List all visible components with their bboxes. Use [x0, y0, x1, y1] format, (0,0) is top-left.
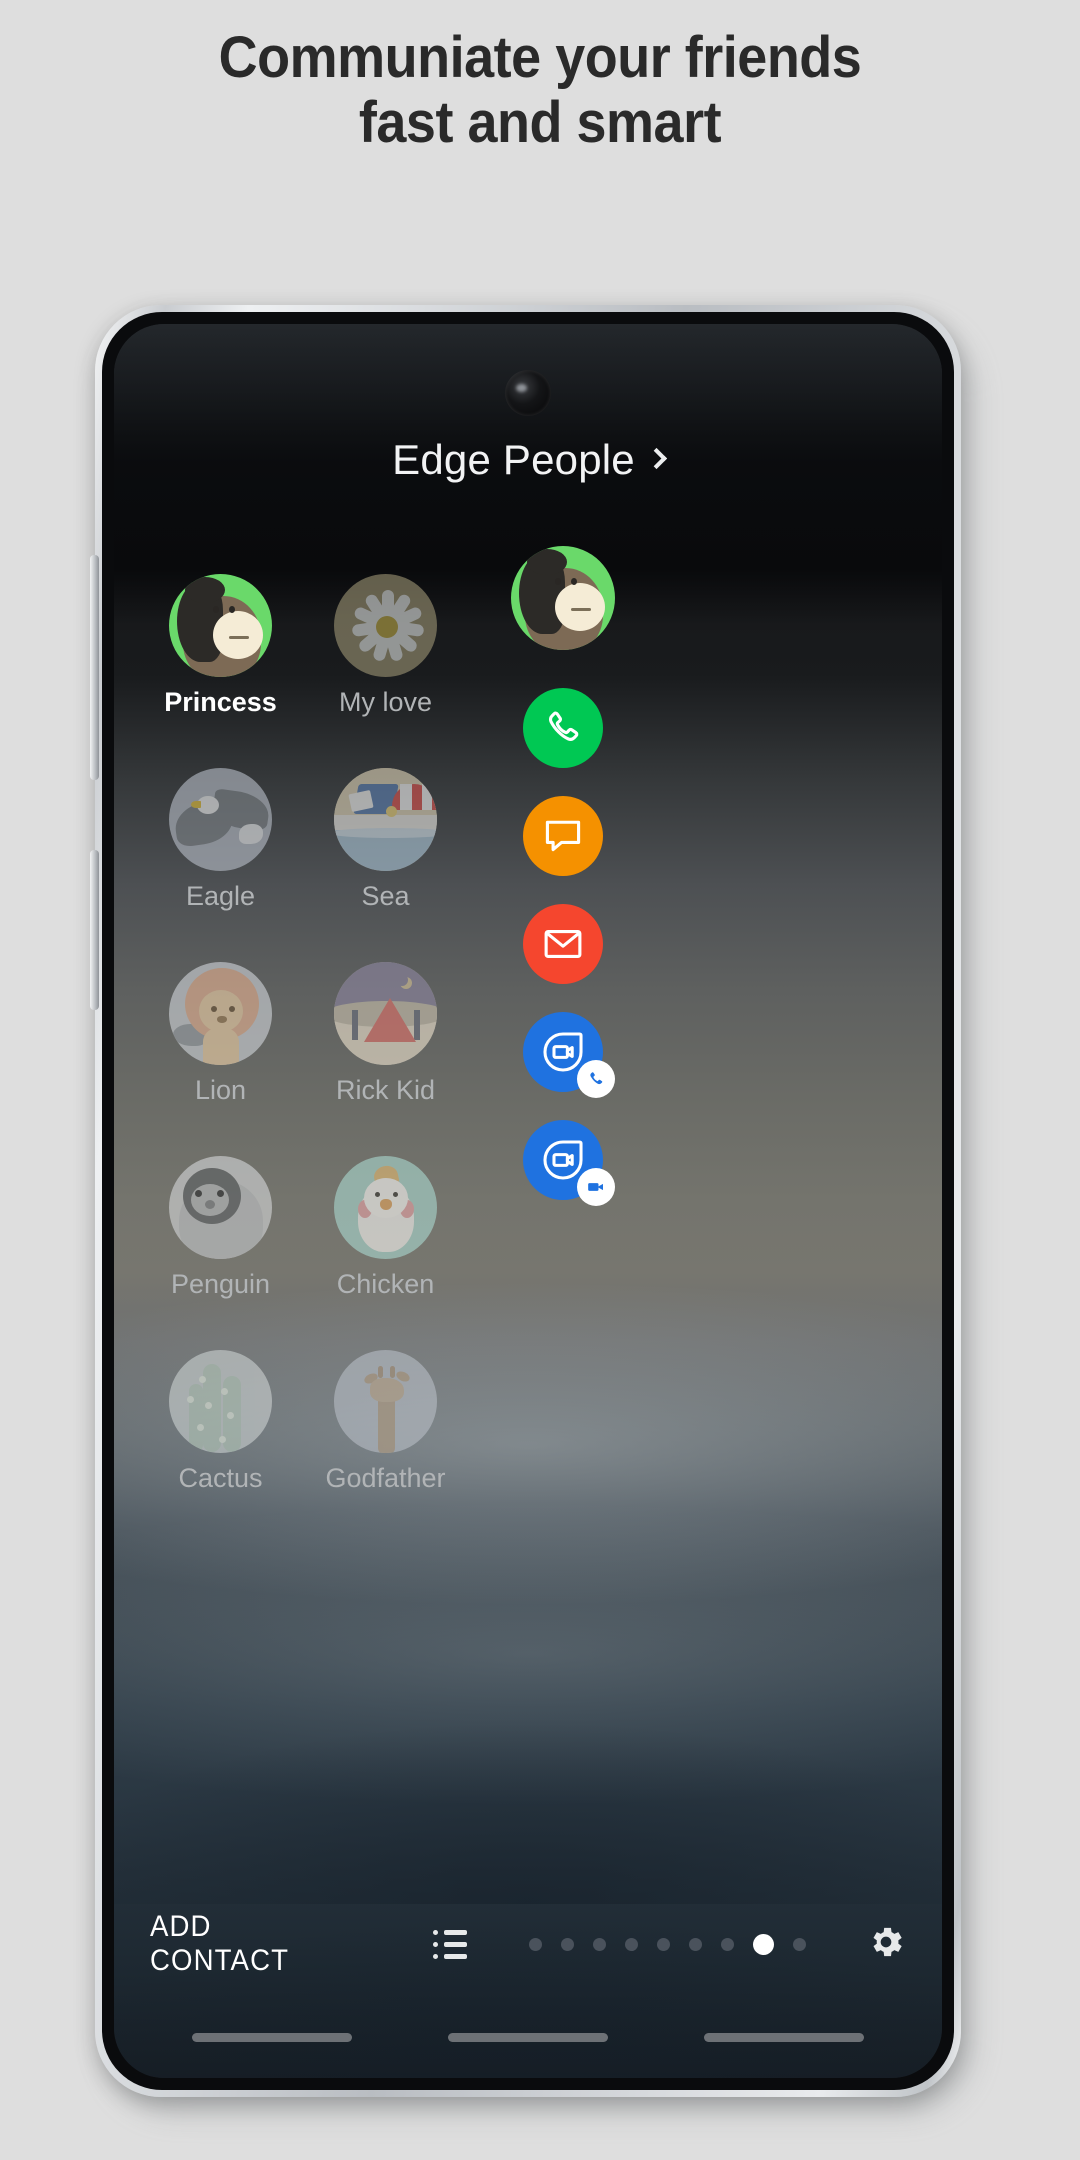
back-pill[interactable] [704, 2033, 864, 2042]
front-camera-punch-hole-icon [505, 370, 551, 416]
gear-icon[interactable] [866, 1922, 906, 1967]
panel-title: Edge People [392, 436, 635, 483]
phone-call-icon [541, 706, 585, 750]
daisy-avatar [334, 574, 437, 677]
eagle-avatar [169, 768, 272, 871]
page-dot[interactable] [689, 1937, 702, 1951]
power-button[interactable] [90, 850, 99, 1010]
page-dot[interactable] [529, 1937, 542, 1951]
message-bubble-icon [541, 814, 585, 858]
panel-bottom-bar: ADD CONTACT [114, 1898, 942, 1990]
contact-name: Lion [194, 1075, 247, 1105]
contact-name: Rick Kid [335, 1075, 436, 1105]
contact-name: My love [338, 687, 433, 717]
email-action-button[interactable] [523, 904, 603, 984]
chicken-avatar [334, 1156, 437, 1259]
duo-audio-action-button[interactable] [523, 1012, 615, 1098]
contact-name: Chicken [336, 1269, 435, 1299]
contact-actions-column [504, 546, 622, 1228]
contact-item-rick-kid[interactable]: Rick Kid [303, 962, 468, 1106]
phone-badge-icon [577, 1060, 615, 1098]
headline-line-2: fast and smart [358, 89, 722, 155]
page-indicator[interactable] [529, 1933, 806, 1955]
contact-item-chicken[interactable]: Chicken [303, 1156, 468, 1300]
phone-mockup: Edge People Princess My love Eagle Sea L… [90, 305, 985, 2113]
phone-frame: Edge People Princess My love Eagle Sea L… [90, 305, 961, 2097]
page-dot[interactable] [561, 1937, 574, 1951]
contact-item-penguin[interactable]: Penguin [138, 1156, 303, 1300]
home-pill[interactable] [448, 2033, 608, 2042]
page-dot[interactable] [657, 1937, 670, 1951]
list-view-icon[interactable] [433, 1929, 467, 1959]
contact-row: Princess My love [138, 574, 468, 718]
recents-pill[interactable] [192, 2033, 352, 2042]
gorilla-avatar [169, 574, 272, 677]
selected-contact-avatar[interactable] [511, 546, 615, 650]
message-action-button[interactable] [523, 796, 603, 876]
contact-row: Lion Rick Kid [138, 962, 468, 1106]
contact-item-godfather[interactable]: Godfather [303, 1350, 468, 1494]
volume-button[interactable] [90, 555, 99, 780]
chevron-right-icon[interactable] [645, 447, 667, 470]
giraffe-avatar [334, 1350, 437, 1453]
beach-avatar [334, 768, 437, 871]
lion-avatar [169, 962, 272, 1065]
contact-item-princess[interactable]: Princess [138, 574, 303, 718]
headline-line-1: Communiate your friends [218, 25, 862, 90]
contact-row: Cactus Godfather [138, 1350, 468, 1494]
duo-video-action-button[interactable] [523, 1120, 615, 1206]
android-navigation-bar [114, 2033, 942, 2042]
contact-grid: Princess My love Eagle Sea Lion Rick Kid… [138, 574, 468, 1544]
cactus-avatar [169, 1350, 272, 1453]
contact-name: Penguin [170, 1269, 271, 1299]
contact-item-cactus[interactable]: Cactus [138, 1350, 303, 1494]
contact-name: Princess [164, 687, 277, 717]
page-dot[interactable] [593, 1937, 606, 1951]
page-dot[interactable] [721, 1937, 734, 1951]
contact-name: Sea [361, 881, 410, 911]
penguin-avatar [169, 1156, 272, 1259]
tent-avatar [334, 962, 437, 1065]
page-headline: Communiate your friends fast and smart [38, 25, 1042, 156]
contact-item-sea[interactable]: Sea [303, 768, 468, 912]
edge-people-header[interactable]: Edge People [114, 436, 942, 484]
contact-item-eagle[interactable]: Eagle [138, 768, 303, 912]
contact-item-lion[interactable]: Lion [138, 962, 303, 1106]
contact-row: Penguin Chicken [138, 1156, 468, 1300]
page-dot[interactable] [625, 1937, 638, 1951]
phone-screen: Edge People Princess My love Eagle Sea L… [114, 324, 942, 2078]
call-action-button[interactable] [523, 688, 603, 768]
email-envelope-icon [541, 922, 585, 966]
page-dot[interactable] [793, 1937, 806, 1951]
contact-row: Eagle Sea [138, 768, 468, 912]
contact-name: Cactus [178, 1463, 263, 1493]
page-dot-active[interactable] [753, 1933, 774, 1955]
contact-name: Godfather [325, 1463, 446, 1493]
video-badge-icon [577, 1168, 615, 1206]
contact-name: Eagle [185, 881, 256, 911]
add-contact-button[interactable]: ADD CONTACT [150, 1910, 298, 1978]
contact-item-my-love[interactable]: My love [303, 574, 468, 718]
